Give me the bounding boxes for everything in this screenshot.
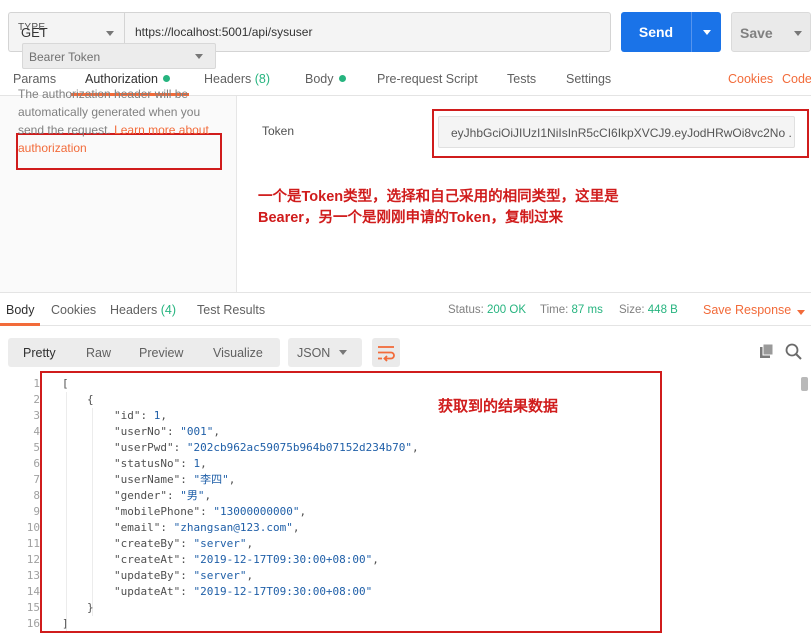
tab-authorization-label: Authorization bbox=[85, 72, 158, 86]
tab-prerequest-script[interactable]: Pre-request Script bbox=[377, 72, 478, 86]
time-readout: Time: 87 ms bbox=[540, 304, 603, 316]
vertical-scrollbar[interactable] bbox=[801, 377, 808, 391]
annotation-result-note: 获取到的结果数据 bbox=[438, 398, 559, 415]
line-number: 5 bbox=[33, 441, 40, 454]
auth-type-value: Bearer Token bbox=[29, 50, 101, 64]
send-button[interactable]: Send bbox=[621, 12, 721, 52]
chevron-down-icon bbox=[195, 54, 203, 59]
wrap-lines-button[interactable] bbox=[372, 338, 400, 367]
tab-body-label: Body bbox=[305, 72, 334, 86]
line-number: 10 bbox=[26, 521, 40, 534]
view-mode-toolbar: Pretty Raw Preview Visualize bbox=[8, 338, 280, 367]
search-icon bbox=[785, 343, 802, 360]
save-button[interactable]: Save bbox=[731, 12, 811, 52]
copy-button[interactable] bbox=[757, 341, 779, 363]
response-tabs: Body Cookies Headers (4) Test Results St… bbox=[0, 292, 811, 326]
line-number: 16 bbox=[26, 617, 40, 630]
tab-test-results[interactable]: Test Results bbox=[197, 303, 265, 317]
line-number-gutter: 1 2 3 4 5 6 7 8 9 10 11 12 13 14 15 16 bbox=[0, 376, 44, 636]
line-number: 4 bbox=[33, 425, 40, 438]
line-number: 15 bbox=[26, 601, 40, 614]
tab-tests[interactable]: Tests bbox=[507, 72, 536, 86]
chevron-down-icon[interactable] bbox=[794, 31, 802, 36]
time-value: 87 ms bbox=[571, 304, 603, 316]
send-options-button[interactable] bbox=[691, 12, 721, 52]
status-readout: Status: 200 OK bbox=[448, 304, 526, 316]
tab-settings[interactable]: Settings bbox=[566, 72, 611, 86]
size-readout: Size: 448 B bbox=[619, 304, 678, 316]
tab-body[interactable]: Body bbox=[305, 72, 346, 86]
active-dot-icon bbox=[162, 75, 170, 82]
copy-icon bbox=[760, 343, 774, 358]
save-label: Save bbox=[740, 25, 773, 41]
highlight-box-result bbox=[40, 371, 662, 633]
line-number: 13 bbox=[26, 569, 40, 582]
annotation-line-2: Bearer，另一个是刚刚申请的Token，复制过来 bbox=[258, 210, 564, 226]
line-number: 8 bbox=[33, 489, 40, 502]
cookies-link[interactable]: Cookies bbox=[728, 72, 773, 86]
time-label: Time: bbox=[540, 304, 569, 316]
line-number: 11 bbox=[26, 537, 40, 550]
format-select[interactable]: JSON bbox=[288, 338, 362, 367]
view-raw[interactable]: Raw bbox=[86, 346, 111, 360]
auth-description: The authorization header will be automat… bbox=[18, 85, 228, 157]
code-link[interactable]: Code bbox=[782, 72, 811, 86]
tab-response-body[interactable]: Body bbox=[6, 303, 35, 317]
view-preview[interactable]: Preview bbox=[139, 346, 183, 360]
view-pretty[interactable]: Pretty bbox=[23, 346, 56, 360]
auth-type-select[interactable]: Bearer Token bbox=[22, 43, 216, 69]
format-value: JSON bbox=[297, 346, 331, 360]
line-number: 2 bbox=[33, 393, 40, 406]
line-number: 14 bbox=[26, 585, 40, 598]
search-button[interactable] bbox=[783, 341, 805, 363]
tab-headers-label: Headers bbox=[204, 72, 252, 86]
line-number: 3 bbox=[33, 409, 40, 422]
response-headers-count: (4) bbox=[160, 303, 177, 317]
view-visualize[interactable]: Visualize bbox=[213, 346, 263, 360]
chevron-down-icon bbox=[106, 31, 114, 36]
chevron-down-icon bbox=[339, 350, 347, 355]
tab-response-cookies[interactable]: Cookies bbox=[51, 303, 96, 317]
active-dot-icon bbox=[338, 75, 346, 82]
type-label: TYPE bbox=[18, 22, 46, 33]
line-number: 1 bbox=[33, 377, 40, 390]
tab-headers[interactable]: Headers (8) bbox=[204, 72, 270, 86]
token-label: Token bbox=[262, 124, 295, 138]
size-value: 448 B bbox=[647, 304, 678, 316]
tab-params[interactable]: Params bbox=[13, 72, 56, 86]
save-response-label: Save Response bbox=[703, 303, 792, 317]
line-number: 7 bbox=[33, 473, 40, 486]
send-label: Send bbox=[638, 24, 674, 40]
line-number: 6 bbox=[33, 457, 40, 470]
status-label: Status: bbox=[448, 304, 484, 316]
chevron-down-icon bbox=[797, 310, 805, 315]
chevron-down-icon bbox=[703, 30, 711, 35]
size-label: Size: bbox=[619, 304, 645, 316]
tab-response-headers-label: Headers bbox=[110, 303, 158, 317]
highlight-box-token bbox=[432, 109, 809, 158]
tab-authorization[interactable]: Authorization bbox=[85, 72, 170, 86]
annotation-token-note: 一个是Token类型，选择和自己采用的相同类型，这里是 Bearer，另一个是刚… bbox=[258, 187, 619, 229]
wrap-lines-icon bbox=[378, 346, 395, 362]
headers-count: (8) bbox=[254, 72, 271, 86]
tab-response-headers[interactable]: Headers (4) bbox=[110, 303, 176, 317]
line-number: 12 bbox=[26, 553, 40, 566]
save-response-button[interactable]: Save Response bbox=[703, 303, 805, 317]
line-number: 9 bbox=[33, 505, 40, 518]
status-value: 200 OK bbox=[487, 304, 527, 316]
url-text: https://localhost:5001/api/sysuser bbox=[135, 25, 313, 39]
active-response-tab-indicator bbox=[0, 323, 40, 326]
annotation-line-1: 一个是Token类型，选择和自己采用的相同类型，这里是 bbox=[258, 189, 619, 205]
